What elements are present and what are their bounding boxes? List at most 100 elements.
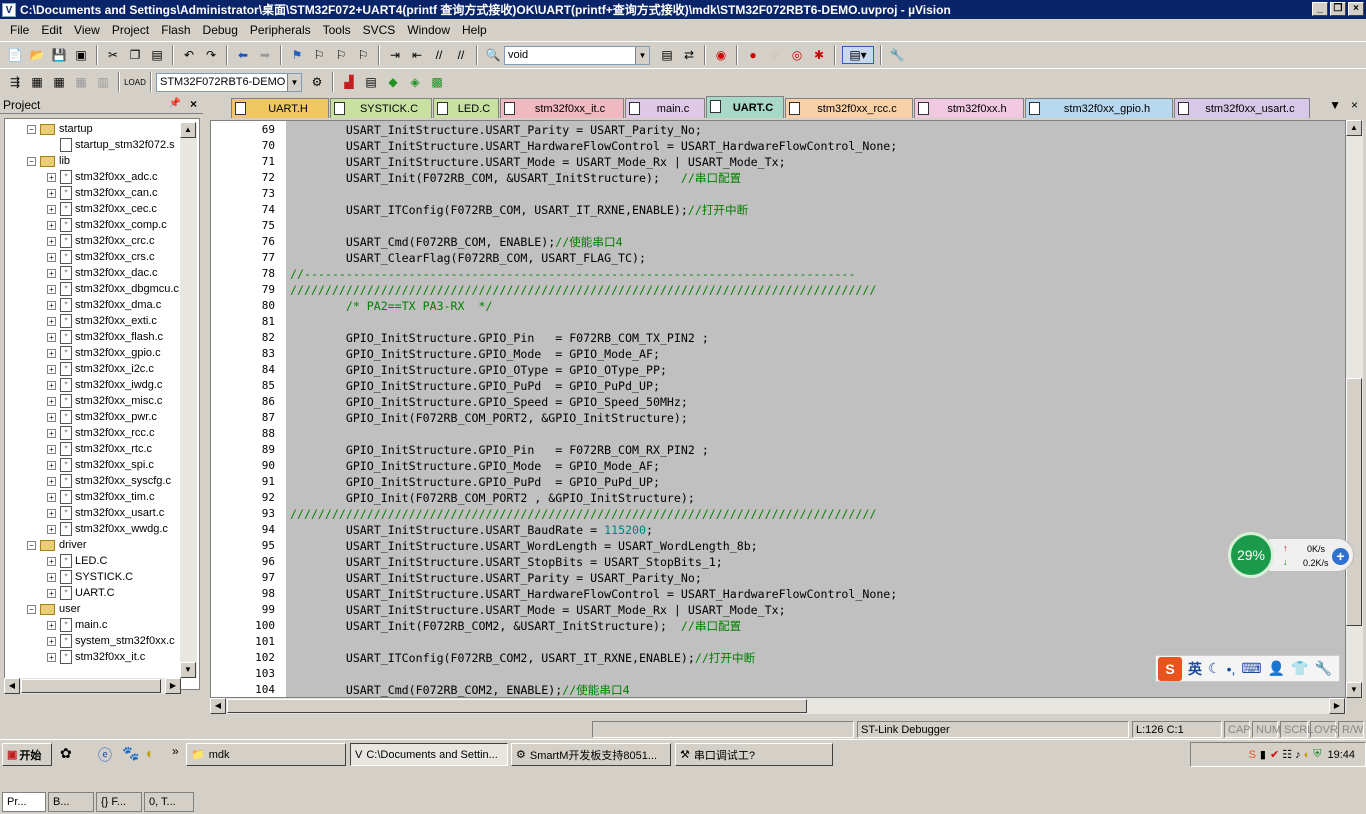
unindent-icon[interactable]: ⇤ [408,46,426,64]
menu-file[interactable]: File [4,23,35,37]
batch-build-icon[interactable]: ▦ [72,73,90,91]
tree-horizontal-scrollbar[interactable]: ◀ ▶ [4,678,181,694]
user-icon[interactable]: 👤 [1268,660,1285,677]
tree-file[interactable]: + ⁺ stm32f0xx_wwdg.c [47,521,168,537]
code-line[interactable]: USART_InitStructure.USART_WordLength = U… [290,538,758,554]
paste-icon[interactable]: ▤ [148,46,166,64]
cut-icon[interactable]: ✂ [104,46,122,64]
code-line[interactable]: USART_InitStructure.USART_Mode = USART_M… [290,602,786,618]
download-icon[interactable]: LOAD [124,73,146,91]
moon-icon[interactable]: ☾ [1208,660,1221,677]
taskbar-task[interactable]: 📁 mdk [186,743,346,766]
expand-icon[interactable]: + [47,364,56,374]
open-folder-icon[interactable]: 📂 [28,46,46,64]
code-line[interactable]: ////////////////////////////////////////… [290,282,876,298]
expand-icon[interactable]: + [47,204,56,214]
expand-icon[interactable]: + [47,300,56,310]
file-tab[interactable]: stm32f0xx_it.c [500,98,624,118]
code-line[interactable]: USART_Init(F072RB_COM, &USART_InitStruct… [290,170,741,186]
stop-build-icon[interactable]: ▥ [94,73,112,91]
find-icon[interactable]: ▤ [658,46,676,64]
kill-breakpoints-icon[interactable]: ✱ [810,46,828,64]
code-line[interactable]: /* PA2==TX PA3-RX */ [290,298,493,314]
bookmark-icon[interactable]: ⚑ [288,46,306,64]
expand-icon[interactable]: + [47,476,56,486]
expand-icon[interactable]: + [47,172,56,182]
tree-file[interactable]: + ⁺ stm32f0xx_syscfg.c [47,473,171,489]
window-layout-icon[interactable]: ▤▾ [842,46,874,64]
quicklaunch-more-icon[interactable]: » [172,744,179,758]
expand-icon[interactable]: + [47,460,56,470]
prev-bookmark-icon[interactable]: ⚐ [310,46,328,64]
collapse-icon[interactable]: − [27,604,36,614]
tree-file[interactable]: + ⁺ stm32f0xx_rtc.c [47,441,152,457]
taskbar-task[interactable]: ⚒ 串口调试工? [675,743,833,766]
chevron-down-icon[interactable]: ▼ [635,46,649,64]
expand-icon[interactable]: + [47,412,56,422]
code-editor[interactable]: 69 70 71 72 73 74 75 76 77 78 79 80 81 82 83 84 85 86 87 88… [210,120,1346,698]
code-line[interactable]: GPIO_InitStructure.GPIO_Speed = GPIO_Spe… [290,394,688,410]
quicklaunch-icon[interactable]: ✿ [60,745,72,762]
close-tab-icon[interactable]: × [1351,98,1358,112]
tree-folder[interactable]: − user [27,601,80,617]
chevron-down-icon[interactable]: ▼ [287,73,301,91]
menu-help[interactable]: Help [456,23,493,37]
scroll-thumb[interactable] [1346,378,1362,626]
expand-icon[interactable]: + [47,588,56,598]
menu-window[interactable]: Window [401,23,456,37]
sogou-tray-icon[interactable]: S [1249,749,1256,761]
nav-back-icon[interactable]: ⬅ [234,46,252,64]
tree-file[interactable]: + ⁺ stm32f0xx_spi.c [47,457,154,473]
panel-tab[interactable]: B... [48,792,94,812]
network-tray-icon[interactable]: ☷ [1282,748,1292,761]
tree-file[interactable]: + ⁺ stm32f0xx_crc.c [47,233,154,249]
tree-file[interactable]: + ⁺ stm32f0xx_pwr.c [47,409,157,425]
tree-file[interactable]: + ⁺ stm32f0xx_dac.c [47,265,158,281]
tree-file[interactable]: + ⁺ SYSTICK.C [47,569,133,585]
find-combo[interactable]: void ▼ [504,45,650,65]
tree-file[interactable]: + ⁺ stm32f0xx_can.c [47,185,158,201]
tree-file[interactable]: + ⁺ stm32f0xx_cec.c [47,201,157,217]
minimize-button[interactable]: _ [1312,2,1328,16]
code-line[interactable]: USART_InitStructure.USART_Parity = USART… [290,122,702,138]
tree-folder[interactable]: − lib [27,153,70,169]
wrench-icon[interactable]: 🔧 [1314,660,1331,677]
expand-icon[interactable]: + [47,636,56,646]
scroll-down-icon[interactable]: ▼ [180,662,196,678]
file-tab[interactable]: stm32f0xx_gpio.h [1025,98,1173,118]
tree-vertical-scrollbar[interactable]: ▲ ▼ [180,122,197,678]
close-icon[interactable]: × [190,97,197,111]
shield-icon[interactable]: ⛨ [1313,748,1321,761]
comment-icon[interactable]: // [430,46,448,64]
editor-vertical-scrollbar[interactable]: ▲ ▼ [1346,120,1363,698]
code-line[interactable]: GPIO_InitStructure.GPIO_PuPd = GPIO_PuPd… [290,474,660,490]
panel-tab[interactable]: 0, T... [144,792,194,812]
menu-project[interactable]: Project [106,23,155,37]
next-bookmark-icon[interactable]: ⚐ [332,46,350,64]
tree-file[interactable]: + ⁺ main.c [47,617,107,633]
scroll-down-icon[interactable]: ▼ [1346,682,1362,698]
menu-view[interactable]: View [68,23,106,37]
expand-icon[interactable]: + [47,508,56,518]
app-quicklaunch-icon[interactable]: ◐ [146,745,154,761]
expand-icon[interactable]: + [47,556,56,566]
paw-icon[interactable]: 🐾 [122,745,139,762]
code-line[interactable]: USART_ClearFlag(F072RB_COM, USART_FLAG_T… [290,250,646,266]
taskbar-task[interactable]: ⚙ SmartM开发板支持8051... [511,743,671,766]
tree-file[interactable]: + ⁺ stm32f0xx_it.c [47,649,145,665]
code-line[interactable]: USART_InitStructure.USART_StopBits = USA… [290,554,723,570]
tree-folder[interactable]: − startup [27,121,93,137]
start-button[interactable]: ▣ 开始 [2,743,52,766]
expand-icon[interactable]: + [47,316,56,326]
find-in-files-icon[interactable]: 🔍 [484,46,502,64]
code-line[interactable]: USART_InitStructure.USART_HardwareFlowCo… [290,138,897,154]
tree-file[interactable]: + ⁺ stm32f0xx_crs.c [47,249,154,265]
expand-icon[interactable]: + [47,396,56,406]
indent-icon[interactable]: ⇥ [386,46,404,64]
tree-file[interactable]: + ⁺ stm32f0xx_rcc.c [47,425,154,441]
collapse-icon[interactable]: − [27,540,36,550]
keyboard-icon[interactable]: ⌨ [1241,660,1261,677]
panel-tab[interactable]: {} F... [96,792,142,812]
debug-session-icon[interactable]: ◉ [712,46,730,64]
file-tab[interactable]: UART.H [231,98,329,118]
